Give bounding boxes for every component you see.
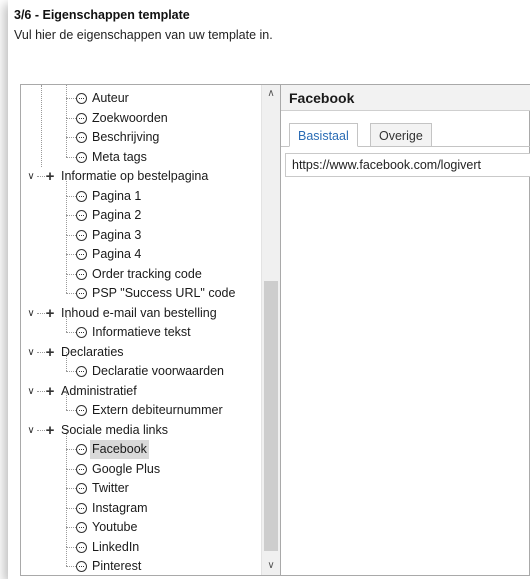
- tree-scrollbar[interactable]: ∧ ∨: [261, 85, 280, 575]
- plus-icon: +: [45, 383, 55, 400]
- tree-leaf-label: Pinterest: [92, 559, 142, 573]
- tree-group-label: Inhoud e-mail van bestelling: [61, 306, 217, 320]
- tab-basistaal[interactable]: Basistaal: [289, 123, 358, 147]
- plus-icon: +: [45, 305, 55, 322]
- property-tree: Auteur Zoekwoorden Beschrijving Meta tags ∨ +…: [21, 85, 261, 575]
- text-field-icon: [76, 210, 87, 221]
- tree-leaf-label: Zoekwoorden: [92, 111, 168, 125]
- tree-leaf-label: Extern debiteurnummer: [92, 403, 223, 417]
- tree-leaf[interactable]: Meta tags: [21, 138, 261, 167]
- tree-leaf-label: Pagina 4: [92, 247, 142, 261]
- tree-leaf[interactable]: Google Plus: [21, 450, 261, 479]
- tree-group[interactable]: ∨ + Administratief: [21, 382, 261, 401]
- tree-leaf-label: Google Plus: [92, 462, 161, 476]
- chevron-down-icon[interactable]: ∨: [26, 167, 36, 186]
- wizard-header: 3/6 - Eigenschappen template Vul hier de…: [14, 8, 273, 42]
- text-field-icon: [76, 230, 87, 241]
- tree-leaf[interactable]: Pagina 1: [21, 177, 261, 206]
- chevron-down-icon[interactable]: ∨: [26, 421, 36, 440]
- scroll-thumb[interactable]: [264, 281, 278, 551]
- tab-overige-talen[interactable]: Overige talen: [370, 123, 432, 167]
- tree-group[interactable]: ∨ + Declaraties: [21, 343, 261, 362]
- tree-leaf[interactable]: Zoekwoorden: [21, 99, 261, 128]
- text-field-icon: [76, 249, 87, 260]
- text-field-icon: [76, 464, 87, 475]
- tree-leaf[interactable]: Twitter: [21, 469, 261, 498]
- tree-leaf-label: LinkedIn: [92, 540, 140, 554]
- tree-group[interactable]: ∨ + Informatie op bestelpagina: [21, 167, 261, 186]
- text-field-icon: [76, 191, 87, 202]
- tree-leaf[interactable]: Youtube: [21, 508, 261, 537]
- tree-leaf-label: Pagina 2: [92, 208, 142, 222]
- text-field-icon: [76, 405, 87, 416]
- tree-leaf-label: Twitter: [92, 481, 129, 495]
- chevron-down-icon[interactable]: ∨: [262, 557, 280, 575]
- chevron-down-icon[interactable]: ∨: [26, 382, 36, 401]
- tree-leaf-label: Meta tags: [92, 150, 147, 164]
- text-field-icon: [76, 132, 87, 143]
- step-subtitle: Vul hier de eigenschappen van uw templat…: [14, 28, 273, 42]
- tree-leaf[interactable]: Auteur: [21, 85, 261, 108]
- tree-leaf[interactable]: Pagina 4: [21, 235, 261, 264]
- text-field-icon: [76, 269, 87, 280]
- tree-group[interactable]: ∨ + Inhoud e-mail van bestelling: [21, 304, 261, 323]
- tree-leaf[interactable]: Pagina 3: [21, 216, 261, 245]
- text-field-icon: [76, 152, 87, 163]
- text-field-icon: [76, 444, 87, 455]
- tree-leaf[interactable]: Facebook: [21, 430, 261, 459]
- tree-leaf-label: Youtube: [92, 520, 138, 534]
- detail-title: Facebook: [281, 85, 530, 111]
- tree-leaf[interactable]: LinkedIn: [21, 528, 261, 557]
- tree-group-label: Sociale media links: [61, 423, 168, 437]
- tree-leaf-label: Declaratie voorwaarden: [92, 364, 225, 378]
- tree-group-label: Administratief: [61, 384, 137, 398]
- text-field-icon: [76, 483, 87, 494]
- tree-leaf-label: Informatieve tekst: [92, 325, 191, 339]
- plus-icon: +: [45, 422, 55, 439]
- tree-leaf[interactable]: Order tracking code: [21, 255, 261, 284]
- tree-leaf[interactable]: PSP "Success URL" code: [21, 274, 261, 303]
- text-field-icon: [76, 327, 87, 338]
- tree-leaf-label: Beschrijving: [92, 130, 160, 144]
- text-field-icon: [76, 542, 87, 553]
- text-field-icon: [76, 113, 87, 124]
- text-field-icon: [76, 288, 87, 299]
- text-field-icon: [76, 522, 87, 533]
- text-field-icon: [76, 503, 87, 514]
- tree-leaf[interactable]: Beschrijving: [21, 118, 261, 147]
- step-title: 3/6 - Eigenschappen template: [14, 8, 190, 22]
- tree-leaf-label: Pagina 3: [92, 228, 142, 242]
- chevron-up-icon[interactable]: ∧: [262, 85, 280, 103]
- tree-leaf[interactable]: Instagram: [21, 489, 261, 518]
- tree-group-label: Declaraties: [61, 345, 124, 359]
- text-field-icon: [76, 561, 87, 572]
- tree-leaf-label: Instagram: [92, 501, 148, 515]
- tree-group-label: Informatie op bestelpagina: [61, 169, 209, 183]
- tree-leaf-label: PSP "Success URL" code: [92, 286, 236, 300]
- chevron-down-icon[interactable]: ∨: [26, 343, 36, 362]
- facebook-url-input[interactable]: [285, 153, 530, 177]
- chevron-down-icon[interactable]: ∨: [26, 304, 36, 323]
- text-field-icon: [76, 93, 87, 104]
- tree-leaf-label: Order tracking code: [92, 267, 202, 281]
- tree-leaf[interactable]: Declaratie voorwaarden: [21, 352, 261, 381]
- plus-icon: +: [45, 168, 55, 185]
- detail-pane: Facebook Basistaal Overige talen: [280, 85, 530, 575]
- tree-leaf[interactable]: Pinterest: [21, 547, 261, 575]
- tree-leaf-label: Facebook: [90, 440, 149, 459]
- tree-leaf[interactable]: Pagina 2: [21, 196, 261, 225]
- tree-leaf-label: Pagina 1: [92, 189, 142, 203]
- properties-panel: Auteur Zoekwoorden Beschrijving Meta tags ∨ +…: [20, 84, 530, 576]
- tree-group[interactable]: ∨ + Sociale media links: [21, 421, 261, 440]
- tree-leaf[interactable]: Informatieve tekst: [21, 313, 261, 342]
- plus-icon: +: [45, 344, 55, 361]
- tree-leaf-label: Auteur: [92, 91, 129, 105]
- tree-leaf[interactable]: Extern debiteurnummer: [21, 391, 261, 420]
- text-field-icon: [76, 366, 87, 377]
